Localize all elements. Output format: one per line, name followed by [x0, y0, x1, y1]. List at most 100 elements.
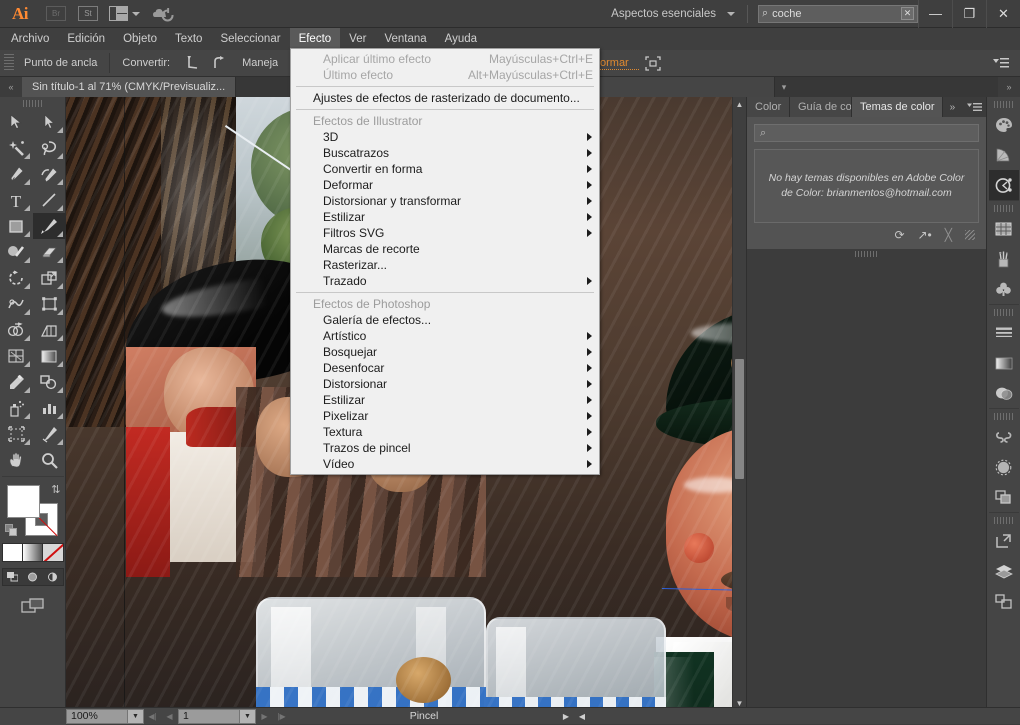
- menu-item-3d[interactable]: 3D: [291, 129, 599, 145]
- scale-tool[interactable]: [33, 265, 66, 291]
- menu-archivo[interactable]: Archivo: [2, 28, 58, 50]
- libraries-panel-icon[interactable]: [989, 422, 1019, 452]
- menu-item-svg-filters[interactable]: Filtros SVG: [291, 225, 599, 241]
- gradient-swatch-button[interactable]: [23, 544, 43, 561]
- color-guide-panel-icon[interactable]: [989, 140, 1019, 170]
- isolate-selected-object-icon[interactable]: [640, 52, 666, 74]
- shaper-tool[interactable]: [0, 239, 33, 265]
- menu-item-brush-strokes[interactable]: Trazos de pincel: [291, 440, 599, 456]
- menu-item-sketch[interactable]: Bosquejar: [291, 344, 599, 360]
- stock-search-input[interactable]: ⌕ coche ✕: [758, 5, 918, 23]
- status-menu-icon[interactable]: ▶: [558, 712, 574, 721]
- color-themes-panel-icon[interactable]: [989, 170, 1019, 200]
- symbol-sprayer-tool[interactable]: [0, 395, 33, 421]
- artboards-panel-icon[interactable]: [989, 526, 1019, 556]
- change-screen-mode-button[interactable]: [21, 598, 45, 617]
- fill-swatch[interactable]: [7, 485, 40, 518]
- previous-artboard-icon[interactable]: ◀: [161, 709, 178, 724]
- bridge-button[interactable]: Br: [43, 4, 69, 24]
- artboard-dropdown-icon[interactable]: ▼: [240, 709, 256, 724]
- magic-wand-tool[interactable]: [0, 135, 33, 161]
- menu-ventana[interactable]: Ventana: [375, 28, 435, 50]
- tab-overflow-chevron-icon[interactable]: ▾: [775, 77, 793, 97]
- panel-options-icon[interactable]: [988, 52, 1014, 74]
- menu-item-rasterize[interactable]: Rasterizar...: [291, 257, 599, 273]
- menu-item-document-raster-effects[interactable]: Ajustes de efectos de rasterizado de doc…: [291, 90, 599, 106]
- zoom-value[interactable]: 100%: [66, 709, 128, 724]
- stroke-panel-icon[interactable]: [989, 318, 1019, 348]
- hand-tool[interactable]: [0, 447, 33, 473]
- tab-color-guide[interactable]: Guía de co: [790, 97, 852, 117]
- rotate-tool[interactable]: [0, 265, 33, 291]
- expand-panels-icon[interactable]: »: [943, 97, 963, 117]
- none-swatch-button[interactable]: [43, 544, 63, 561]
- menu-item-stylize-illustrator[interactable]: Estilizar: [291, 209, 599, 225]
- scroll-up-icon[interactable]: ▲: [733, 97, 746, 111]
- default-fill-stroke-icon[interactable]: [5, 524, 18, 537]
- menu-item-texture[interactable]: Textura: [291, 424, 599, 440]
- pen-tool[interactable]: [0, 161, 33, 187]
- menu-item-distort-and-transform[interactable]: Distorsionar y transformar: [291, 193, 599, 209]
- menu-item-pathfinder[interactable]: Buscatrazos: [291, 145, 599, 161]
- menu-item-warp[interactable]: Deformar: [291, 177, 599, 193]
- selection-tool[interactable]: [0, 109, 33, 135]
- symbols-panel-icon[interactable]: [989, 274, 1019, 304]
- vertical-scroll-thumb[interactable]: [735, 359, 744, 479]
- dock-grip[interactable]: [994, 205, 1014, 212]
- document-tab-1[interactable]: Sin título-1 al 71% (CMYK/Previsualiz...: [22, 77, 236, 97]
- free-transform-tool[interactable]: [33, 291, 66, 317]
- menu-item-distort[interactable]: Distorsionar: [291, 376, 599, 392]
- layers-panel-icon[interactable]: [989, 556, 1019, 586]
- convert-to-corner-icon[interactable]: [180, 52, 206, 74]
- themes-search-input[interactable]: ⌕: [754, 124, 979, 142]
- gradient-tool[interactable]: [33, 343, 66, 369]
- control-bar-grip[interactable]: [4, 54, 14, 72]
- minimize-button[interactable]: —: [918, 0, 952, 28]
- refresh-icon[interactable]: ⟳: [894, 228, 904, 242]
- menu-objeto[interactable]: Objeto: [114, 28, 166, 50]
- last-artboard-icon[interactable]: |▶: [273, 709, 290, 724]
- swatches-panel-icon[interactable]: [989, 214, 1019, 244]
- type-tool[interactable]: T: [0, 187, 33, 213]
- effect-menu-dropdown[interactable]: Aplicar último efecto Mayúsculas+Ctrl+E …: [290, 48, 600, 475]
- toolbar-grip[interactable]: [23, 100, 43, 107]
- clear-search-icon[interactable]: ✕: [901, 7, 914, 20]
- sync-settings-button[interactable]: [147, 4, 179, 24]
- share-icon[interactable]: ↗•: [918, 228, 932, 242]
- width-tool[interactable]: [0, 291, 33, 317]
- menu-item-pixelate[interactable]: Pixelizar: [291, 408, 599, 424]
- close-button[interactable]: ✕: [986, 0, 1020, 28]
- panel-drag-grip[interactable]: [855, 251, 879, 257]
- menu-ayuda[interactable]: Ayuda: [436, 28, 486, 50]
- draw-inside-icon[interactable]: [43, 569, 63, 585]
- menu-item-blur[interactable]: Desenfocar: [291, 360, 599, 376]
- paintbrush-tool[interactable]: [33, 213, 66, 239]
- arrange-documents-button[interactable]: [107, 4, 141, 24]
- menu-edicion[interactable]: Edición: [58, 28, 114, 50]
- dock-grip[interactable]: [994, 517, 1014, 524]
- gradient-panel-icon[interactable]: [989, 348, 1019, 378]
- dock-grip[interactable]: [994, 101, 1014, 108]
- zoom-control[interactable]: 100% ▼: [66, 709, 144, 724]
- menu-item-artistic[interactable]: Artístico: [291, 328, 599, 344]
- curvature-tool[interactable]: [33, 161, 66, 187]
- appearance-panel-icon[interactable]: [989, 452, 1019, 482]
- line-segment-tool[interactable]: [33, 187, 66, 213]
- blend-tool[interactable]: [33, 369, 66, 395]
- column-graph-tool[interactable]: [33, 395, 66, 421]
- menu-seleccionar[interactable]: Seleccionar: [211, 28, 289, 50]
- artboard-navigator[interactable]: 1 ▼: [178, 709, 256, 724]
- collapse-to-icons-icon[interactable]: «: [0, 77, 22, 97]
- perspective-grid-tool[interactable]: [33, 317, 66, 343]
- convert-to-smooth-icon[interactable]: [206, 52, 232, 74]
- menu-item-video[interactable]: Vídeo: [291, 456, 599, 472]
- restore-button[interactable]: ❐: [952, 0, 986, 28]
- canvas-vertical-scrollbar[interactable]: ▲ ▼: [732, 97, 746, 710]
- first-artboard-icon[interactable]: ◀|: [144, 709, 161, 724]
- panel-menu-icon[interactable]: [962, 97, 986, 117]
- eyedropper-tool[interactable]: [0, 369, 33, 395]
- menu-efecto[interactable]: Efecto: [290, 28, 341, 50]
- brushes-panel-icon[interactable]: [989, 244, 1019, 274]
- lasso-tool[interactable]: [33, 135, 66, 161]
- graphic-styles-panel-icon[interactable]: [989, 482, 1019, 512]
